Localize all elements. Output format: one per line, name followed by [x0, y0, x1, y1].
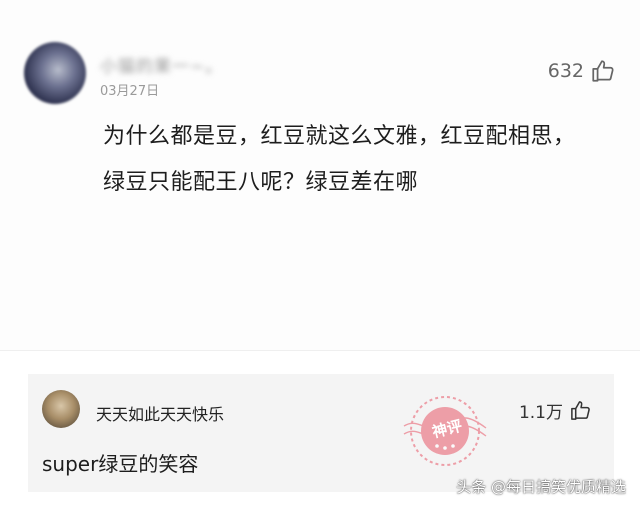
avatar[interactable]	[24, 42, 86, 104]
comment-screen: 小猫的果一~。 03月27日 632 为什么都是豆，红豆就这么文雅，红豆配相思，…	[0, 0, 640, 507]
thumbs-up-icon[interactable]	[590, 58, 616, 84]
reply-like-button[interactable]: 1.1万	[519, 398, 592, 423]
main-comment-line-1: 为什么都是豆，红豆就这么文雅，红豆配相思，	[103, 124, 576, 149]
reply-username[interactable]: 天天如此天天快乐	[96, 401, 224, 425]
reply-comment-card: 天天如此天天快乐 1.1万 super绿豆的笑容	[28, 374, 614, 492]
main-comment-text: 为什么都是豆，红豆就这么文雅，红豆配相思， 绿豆只能配王八呢？绿豆差在哪	[103, 114, 613, 206]
main-comment-username[interactable]: 小猫的果一~。	[100, 52, 223, 77]
main-comment-date: 03月27日	[100, 84, 160, 99]
reply-like-count: 1.1万	[518, 403, 563, 423]
main-comment-card: 小猫的果一~。 03月27日 632 为什么都是豆，红豆就这么文雅，红豆配相思，…	[0, 0, 640, 351]
main-comment-like-button[interactable]: 632	[548, 58, 616, 84]
main-comment-line-2: 绿豆只能配王八呢？绿豆差在哪	[103, 170, 419, 195]
reply-text: super绿豆的笑容	[42, 452, 199, 476]
avatar[interactable]	[42, 390, 80, 428]
thumbs-up-icon[interactable]	[569, 399, 592, 422]
main-comment-like-count: 632	[547, 60, 584, 82]
watermark: 头条 @每日搞笑优质精选	[456, 478, 626, 496]
